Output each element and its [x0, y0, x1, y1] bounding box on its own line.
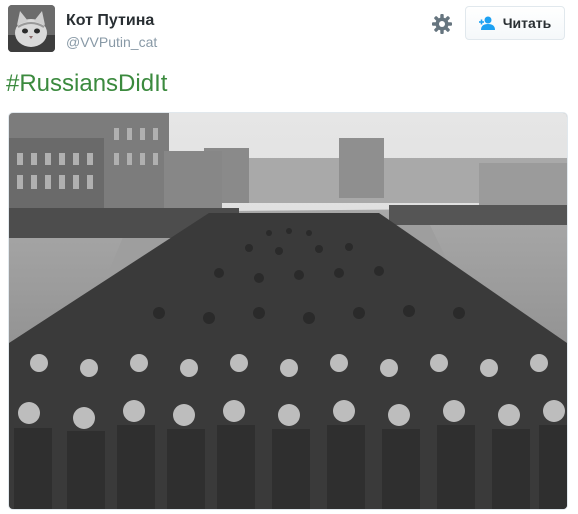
avatar[interactable]: [8, 5, 55, 52]
follow-button-label: Читать: [502, 15, 552, 31]
gear-icon[interactable]: [431, 13, 453, 35]
cat-avatar-icon: [8, 5, 55, 52]
display-name[interactable]: Кот Путина: [66, 12, 154, 30]
hashtag-link[interactable]: #RussiansDidIt: [6, 70, 167, 97]
follow-button[interactable]: Читать: [465, 6, 565, 40]
photo-crowd-march: [9, 113, 567, 509]
user-handle[interactable]: @VVPutin_cat: [66, 34, 157, 50]
tweet-text: #RussiansDidIt: [6, 70, 167, 98]
tweet-photo[interactable]: [8, 112, 568, 510]
tweet-card: Кот Путина @VVPutin_cat Читать #Russians…: [0, 0, 578, 514]
add-user-icon: [478, 16, 495, 30]
